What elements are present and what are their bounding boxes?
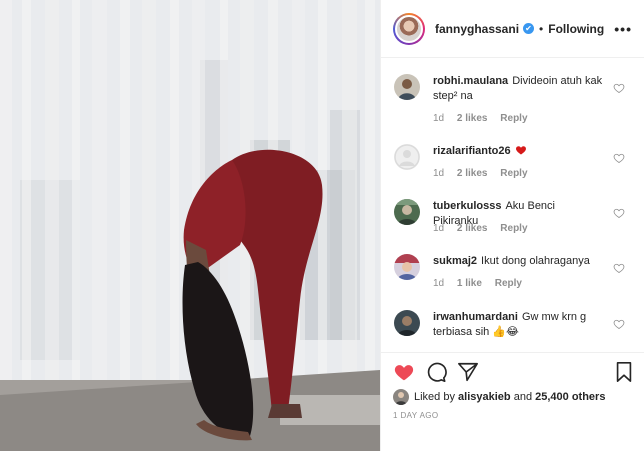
comment-body: robhi.maulana Divideoin atuh kak step² na: [433, 74, 603, 104]
comment-item: sukmaj2 Ikut dong olahraganya 1d 1 like R…: [381, 252, 644, 307]
commenter-avatar[interactable]: [394, 74, 420, 100]
commenter-avatar[interactable]: [394, 254, 420, 280]
likes-prefix: Liked by: [414, 391, 455, 403]
more-options-icon[interactable]: •••: [614, 21, 632, 37]
yoga-photo-illustration: [0, 0, 380, 451]
liked-heart-icon[interactable]: [393, 361, 415, 383]
comment-likes[interactable]: 2 likes: [457, 168, 488, 179]
owner-username[interactable]: fannyghassani: [435, 22, 519, 36]
like-comment-heart-icon[interactable]: [613, 262, 625, 274]
likes-others-link[interactable]: 25,400 others: [535, 391, 605, 403]
commenter-avatar[interactable]: [394, 199, 420, 225]
comment-bubble-icon[interactable]: [425, 361, 447, 383]
likes-summary: Liked by alisyakieb and 25,400 others: [393, 388, 605, 406]
comment-likes[interactable]: 1 like: [457, 278, 482, 289]
comment-text: Ikut dong olahraganya: [481, 255, 590, 267]
comment-username[interactable]: rizalarifianto26: [433, 145, 511, 157]
comment-age: 1d: [433, 278, 445, 289]
comment-meta: 1d 2 likes Reply: [433, 223, 538, 234]
comment-username[interactable]: sukmaj2: [433, 255, 477, 267]
comment-username[interactable]: robhi.maulana: [433, 75, 508, 87]
comment-body: irwanhumardani Gw mw krn g terbiasa sih 👍…: [433, 310, 603, 340]
post-header: fannyghassani ✔ • Following •••: [381, 0, 644, 58]
comment-meta: 1d 2 likes Reply: [433, 113, 538, 124]
verified-badge-icon: ✔: [523, 23, 535, 34]
post-timestamp[interactable]: 1 DAY AGO: [393, 411, 439, 420]
comment-item: robhi.maulana Divideoin atuh kak step² na…: [381, 72, 644, 127]
liker-avatar[interactable]: [393, 389, 409, 405]
following-button[interactable]: Following: [548, 22, 604, 36]
reply-button[interactable]: Reply: [500, 223, 527, 234]
owner-avatar[interactable]: [393, 12, 425, 45]
post-sidebar: fannyghassani ✔ • Following ••• robhi.ma…: [380, 0, 644, 451]
likes-and: and: [513, 391, 533, 403]
liker-username[interactable]: alisyakieb: [458, 391, 511, 403]
comment-age: 1d: [433, 168, 445, 179]
comment-age: 1d: [433, 223, 445, 234]
comment-item: rizalarifianto26 1d 2 likes Reply: [381, 142, 644, 197]
red-heart-icon: [515, 146, 526, 155]
like-comment-heart-icon[interactable]: [613, 82, 625, 94]
reply-button[interactable]: Reply: [495, 278, 522, 289]
comment-username[interactable]: tuberkulosss: [433, 200, 501, 212]
reply-button[interactable]: Reply: [500, 168, 527, 179]
comment-meta: 1d 1 like Reply: [433, 278, 532, 289]
like-comment-heart-icon[interactable]: [613, 318, 625, 330]
comments-list[interactable]: robhi.maulana Divideoin atuh kak step² na…: [381, 58, 644, 350]
like-comment-heart-icon[interactable]: [613, 152, 625, 164]
reply-button[interactable]: Reply: [500, 113, 527, 124]
comment-age: 1d: [433, 113, 445, 124]
comment-body: rizalarifianto26: [433, 144, 603, 159]
comment-item: tuberkulosss Aku Benci Pikiranku 1d 2 lik…: [381, 197, 644, 252]
comment-body: sukmaj2 Ikut dong olahraganya: [433, 254, 603, 269]
comment-meta: 1d 2 likes Reply: [433, 168, 538, 179]
header-separator: •: [539, 21, 544, 36]
comment-username[interactable]: irwanhumardani: [433, 311, 518, 323]
commenter-avatar[interactable]: [394, 144, 420, 170]
share-paper-plane-icon[interactable]: [457, 361, 479, 383]
post-photo[interactable]: [0, 0, 380, 451]
commenter-avatar[interactable]: [394, 310, 420, 336]
comment-likes[interactable]: 2 likes: [457, 223, 488, 234]
comment-likes[interactable]: 2 likes: [457, 113, 488, 124]
comment-item: irwanhumardani Gw mw krn g terbiasa sih 👍…: [381, 308, 644, 350]
post-action-bar: [381, 352, 644, 388]
save-bookmark-icon[interactable]: [613, 361, 635, 383]
like-comment-heart-icon[interactable]: [613, 207, 625, 219]
